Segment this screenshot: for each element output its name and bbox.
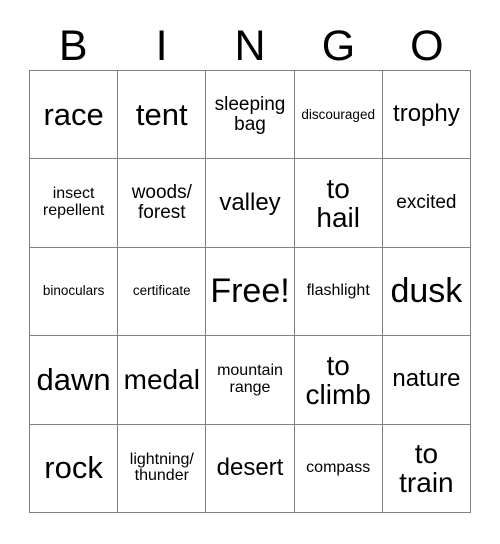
bingo-cell-label: medal [123, 364, 200, 396]
bingo-cell[interactable]: lightning/ thunder [118, 424, 207, 513]
bingo-cell-label: compass [306, 458, 371, 476]
bingo-cell[interactable]: desert [206, 424, 295, 513]
bingo-cell-label: certificate [132, 283, 191, 299]
bingo-cell[interactable]: binoculars [30, 247, 119, 337]
bingo-header-letter-o: O [410, 21, 444, 70]
bingo-cell-label: valley [219, 188, 281, 216]
bingo-free-space-label: Free! [210, 271, 290, 310]
bingo-cell[interactable]: mountain range [206, 336, 295, 425]
bingo-cell-label: to hail [316, 172, 360, 234]
bingo-cell[interactable]: discouraged [294, 71, 383, 160]
bingo-cell-free-space[interactable]: Free! [206, 247, 295, 337]
bingo-grid: race tent sleeping bag discouraged troph… [29, 70, 471, 513]
bingo-cell[interactable]: insect repellent [30, 159, 119, 248]
bingo-cell[interactable]: flashlight [294, 247, 383, 337]
bingo-cell-label: dusk [390, 271, 463, 310]
bingo-cell[interactable]: tent [118, 71, 207, 160]
bingo-cell-label: race [43, 96, 104, 132]
bingo-cell[interactable]: to hail [294, 159, 383, 248]
bingo-header-letter-n: N [234, 21, 266, 70]
bingo-cell-label: desert [216, 453, 284, 481]
bingo-cell[interactable]: sleeping bag [206, 71, 295, 160]
bingo-cell-label: dawn [36, 361, 111, 397]
bingo-cell-label: flashlight [306, 282, 370, 300]
bingo-cell-label: trophy [393, 100, 460, 128]
bingo-header-letter-b: B [58, 21, 88, 70]
bingo-header-letter-g: G [321, 21, 356, 70]
bingo-cell[interactable]: to climb [294, 336, 383, 425]
bingo-cell[interactable]: woods/ forest [118, 159, 207, 248]
bingo-cell[interactable]: medal [118, 336, 207, 425]
bingo-cell[interactable]: to train [382, 424, 471, 513]
bingo-cell[interactable]: valley [206, 159, 295, 248]
bingo-cell-label: binoculars [42, 283, 105, 299]
bingo-cell[interactable]: certificate [118, 247, 207, 337]
bingo-cell-label: woods/ forest [131, 182, 192, 224]
bingo-cell-label: excited [396, 192, 457, 214]
bingo-cell-label: mountain range [217, 362, 283, 396]
bingo-cell-label: insect repellent [42, 185, 105, 220]
bingo-card: B I N G O race tent sleeping bag discour… [0, 0, 500, 544]
bingo-cell[interactable]: compass [294, 424, 383, 513]
bingo-cell[interactable]: excited [382, 159, 471, 248]
bingo-header-row: B I N G O [29, 22, 471, 70]
bingo-cell-label: to train [399, 438, 454, 499]
bingo-cell[interactable]: trophy [382, 71, 471, 160]
bingo-cell-label: to climb [305, 349, 371, 410]
bingo-cell-label: rock [44, 450, 103, 486]
bingo-cell-label: tent [135, 96, 188, 132]
bingo-cell-label: sleeping bag [214, 93, 286, 135]
bingo-cell[interactable]: dusk [382, 247, 471, 337]
bingo-cell[interactable]: rock [30, 424, 119, 513]
bingo-cell[interactable]: nature [382, 336, 471, 425]
bingo-cell[interactable]: race [30, 71, 119, 160]
bingo-cell-label: lightning/ thunder [129, 450, 194, 485]
bingo-cell[interactable]: dawn [30, 336, 119, 425]
bingo-header-letter-i: I [155, 21, 168, 70]
bingo-cell-label: nature [392, 365, 461, 393]
bingo-cell-label: discouraged [301, 106, 375, 122]
